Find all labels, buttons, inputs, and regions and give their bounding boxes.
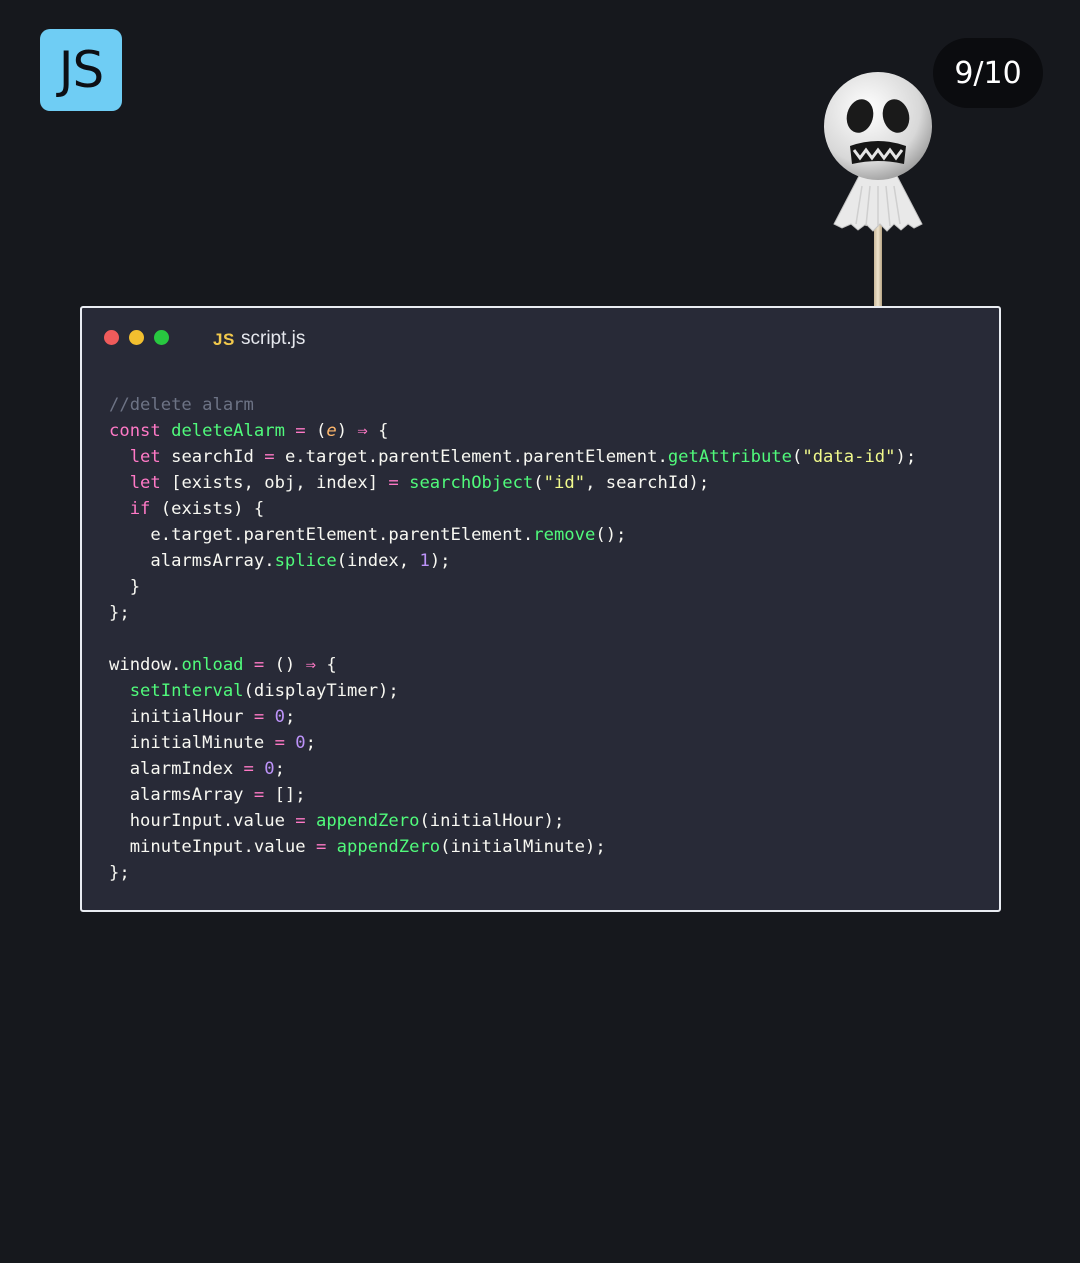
code-token: appendZero (336, 837, 441, 857)
code-token: "data-id" (802, 447, 896, 467)
code-token: initialMinute (109, 733, 275, 753)
code-token: ; (305, 733, 316, 753)
code-token: (initialHour); (419, 811, 565, 831)
code-token: ) (336, 421, 358, 441)
code-token: searchObject (409, 473, 534, 493)
code-token: []; (274, 785, 306, 805)
code-token: minuteInput.value (109, 837, 316, 857)
code-line: const deleteAlarm = (e) ⇒ { (109, 418, 916, 444)
code-token: alarmsArray (109, 785, 254, 805)
code-token: hourInput.value (109, 811, 296, 831)
code-block: //delete alarm const deleteAlarm = (e) ⇒ … (109, 392, 916, 886)
code-line: if (exists) { (109, 496, 916, 522)
code-token: = (253, 785, 275, 805)
code-token: alarmIndex (109, 759, 244, 779)
code-line: initialHour = 0; (109, 704, 916, 730)
code-token: { (367, 421, 389, 441)
code-token: ; (284, 707, 296, 727)
maximize-window-icon[interactable] (154, 330, 169, 345)
code-token: 0 (295, 733, 306, 753)
code-token: (initialMinute); (440, 837, 606, 857)
code-line: window.onload = () ⇒ { (109, 652, 916, 678)
code-line: let searchId = e.target.parentElement.pa… (109, 444, 917, 470)
code-token: ; (274, 759, 285, 779)
code-token: = (295, 811, 316, 831)
code-token: setInterval (129, 681, 244, 701)
code-line: initialMinute = 0; (109, 730, 916, 756)
code-token: ); (895, 447, 917, 467)
code-token: const (109, 421, 172, 441)
code-token: }; (109, 603, 130, 623)
code-token: = (253, 707, 275, 727)
code-line: }; (109, 860, 916, 886)
code-line: setInterval(displayTimer); (109, 678, 916, 704)
code-token: 1 (419, 551, 430, 571)
code-token: (index, (336, 551, 420, 571)
code-token: ); (429, 551, 451, 571)
code-token: searchId (171, 447, 265, 467)
code-token: remove (533, 525, 596, 545)
code-token: let (109, 447, 172, 467)
code-line: }; (109, 600, 916, 626)
code-line: alarmsArray = []; (109, 782, 916, 808)
code-token: ⇒ (357, 421, 368, 441)
code-line: minuteInput.value = appendZero(initialMi… (109, 834, 916, 860)
code-token: 0 (274, 707, 285, 727)
code-token: = (264, 447, 285, 467)
code-token: = (315, 837, 337, 857)
code-line: hourInput.value = appendZero(initialHour… (109, 808, 916, 834)
code-token: = (388, 473, 410, 493)
minimize-window-icon[interactable] (129, 330, 144, 345)
code-token: (exists) { (160, 499, 265, 519)
js-logo: JS (40, 29, 122, 111)
code-token: let (109, 473, 172, 493)
code-line: alarmIndex = 0; (109, 756, 916, 782)
code-token: (); (595, 525, 627, 545)
code-token: getAttribute (667, 447, 792, 467)
code-token: , searchId); (585, 473, 710, 493)
code-token: (displayTimer); (243, 681, 399, 701)
file-name: script.js (241, 328, 306, 349)
code-token: [exists, obj, index] (171, 473, 389, 493)
code-token: if (109, 499, 161, 519)
code-token: e.target.parentElement.parentElement. (284, 447, 668, 467)
close-window-icon[interactable] (104, 330, 119, 345)
code-line: //delete alarm (109, 392, 916, 418)
code-token: deleteAlarm (171, 421, 285, 441)
code-token: alarmsArray. (109, 551, 275, 571)
code-token: e.target.parentElement.parentElement. (109, 525, 534, 545)
code-token: ⇒ (305, 655, 316, 675)
code-token: onload (181, 655, 244, 675)
code-token: = (243, 759, 265, 779)
code-token: //delete alarm (109, 395, 254, 415)
code-token: () (274, 655, 306, 675)
code-token: window. (109, 655, 182, 675)
code-token: e (326, 421, 337, 441)
code-line: } (109, 574, 916, 600)
code-token: } (109, 577, 141, 597)
code-line: alarmsArray.splice(index, 1); (109, 548, 916, 574)
code-line: e.target.parentElement.parentElement.rem… (109, 522, 916, 548)
page-indicator: 9/10 (933, 38, 1043, 108)
code-token: }; (109, 863, 130, 883)
ghost-lollipop-icon (824, 72, 932, 310)
code-token: appendZero (315, 811, 420, 831)
code-token: = (284, 421, 316, 441)
code-token: ( (533, 473, 544, 493)
code-token: { (315, 655, 337, 675)
code-token: 0 (264, 759, 275, 779)
code-editor-window: JS script.js //delete alarm const deleteA… (80, 306, 1001, 912)
code-token: ( (792, 447, 803, 467)
code-token: initialHour (109, 707, 254, 727)
code-token: "id" (543, 473, 586, 493)
code-token: ( (315, 421, 327, 441)
editor-titlebar: JS script.js (82, 308, 999, 368)
js-file-icon: JS (213, 330, 235, 349)
code-line: let [exists, obj, index] = searchObject(… (109, 470, 916, 496)
code-token: = (274, 733, 296, 753)
code-token: splice (274, 551, 337, 571)
code-token: = (243, 655, 275, 675)
